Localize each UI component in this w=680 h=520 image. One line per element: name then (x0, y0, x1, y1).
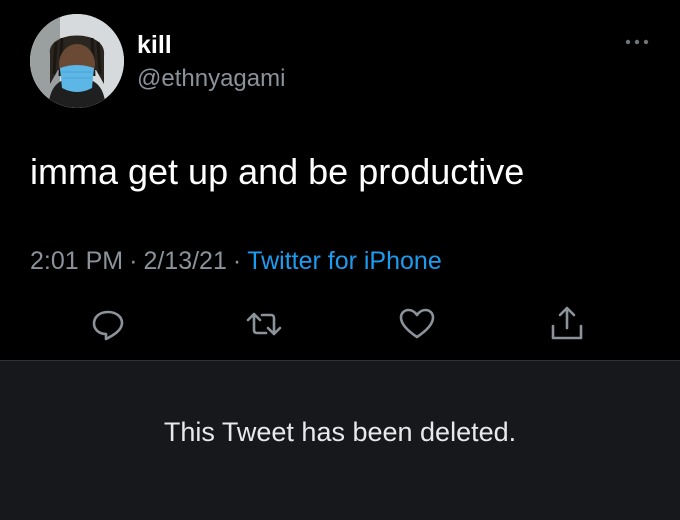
tweet-source-link[interactable]: Twitter for iPhone (247, 247, 442, 275)
tweet-date: 2/13/21 (143, 247, 227, 275)
tweet-meta: 2:01 PM · 2/13/21 · Twitter for iPhone (30, 245, 442, 277)
user-handle[interactable]: @ethnyagami (137, 64, 285, 94)
display-name[interactable]: kill (137, 30, 172, 60)
tweet-text: imma get up and be productive (30, 151, 525, 192)
reply-icon[interactable] (88, 304, 128, 344)
more-dots-icon[interactable] (622, 34, 652, 50)
meta-separator: · (232, 247, 242, 275)
deleted-tweet-notice: This Tweet has been deleted. (163, 417, 517, 447)
tweet-time: 2:01 PM (30, 247, 124, 275)
deleted-tweet-panel: This Tweet has been deleted. (0, 360, 680, 520)
share-icon[interactable] (547, 304, 587, 344)
meta-separator: · (129, 247, 138, 275)
tweet-actions (0, 304, 680, 344)
retweet-icon[interactable] (244, 304, 284, 344)
profile-photo (30, 14, 124, 108)
avatar[interactable] (30, 14, 124, 108)
tweet: kill @ethnyagami imma get up and be prod… (0, 0, 680, 360)
like-icon[interactable] (397, 304, 437, 344)
